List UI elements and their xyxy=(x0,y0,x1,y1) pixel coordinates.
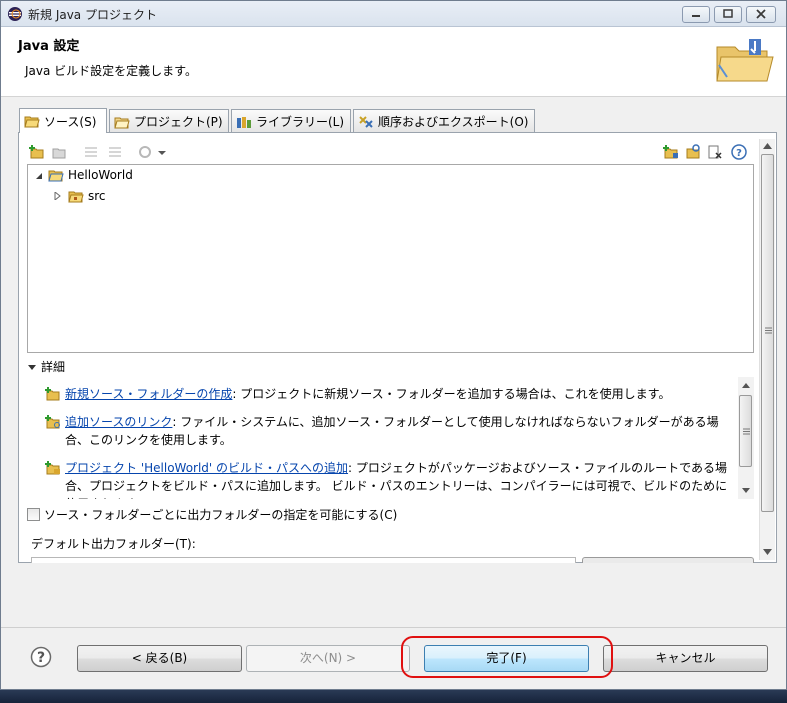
scroll-up-icon[interactable] xyxy=(742,383,750,388)
configure-icon[interactable] xyxy=(137,144,153,160)
maximize-icon xyxy=(723,9,733,18)
title-bar: 新規 Java プロジェクト xyxy=(1,1,786,27)
package-folder-icon xyxy=(68,191,84,203)
exclude-filter-icon[interactable] xyxy=(107,144,123,160)
button-bar-separator xyxy=(1,627,786,628)
tab-source-label: ソース(S) xyxy=(44,114,97,129)
java-project-wizard-icon xyxy=(713,37,775,88)
minimize-button[interactable] xyxy=(682,6,710,23)
help-icon: ? xyxy=(30,646,52,668)
help-button[interactable]: ? xyxy=(30,646,52,668)
page-description: Java ビルド設定を定義します。 xyxy=(25,64,197,78)
back-button[interactable]: < 戻る(B) xyxy=(77,645,242,672)
dialog-window: 新規 Java プロジェクト Java 設定 Java ビルド設定を定義します。 xyxy=(0,0,787,690)
window-title: 新規 Java プロジェクト xyxy=(28,8,157,22)
dropdown-arrow-icon[interactable] xyxy=(157,144,167,160)
collapsed-arrow-icon[interactable] xyxy=(54,192,62,200)
eclipse-icon xyxy=(7,6,23,22)
svg-text:?: ? xyxy=(736,148,742,159)
default-output-folder-label: デフォルト出力フォルダー(T): xyxy=(31,537,196,551)
scrollbar-thumb[interactable] xyxy=(739,395,752,467)
grip-icon xyxy=(765,327,772,334)
tab-projects[interactable]: プロジェクト(P) xyxy=(109,109,229,133)
taskbar xyxy=(0,690,787,703)
details-header: 詳細 xyxy=(41,360,66,374)
project-folder-icon xyxy=(114,117,130,128)
tree-item-label: HelloWorld xyxy=(68,168,133,182)
browse-button[interactable] xyxy=(582,557,754,563)
scrollbar-thumb[interactable] xyxy=(761,154,774,512)
default-output-folder-field[interactable] xyxy=(31,557,576,563)
link-source-icon xyxy=(45,415,60,429)
add-to-build-path-link[interactable]: プロジェクト 'HelloWorld' のビルド・パスへの追加 xyxy=(65,461,348,475)
wizard-header: Java 設定 Java ビルド設定を定義します。 xyxy=(1,27,786,97)
maximize-button[interactable] xyxy=(714,6,742,23)
tab-source[interactable]: ソース(S) xyxy=(19,108,107,133)
source-toolbar: ? xyxy=(27,141,754,163)
expanded-arrow-icon[interactable] xyxy=(35,172,43,180)
project-folder-icon xyxy=(48,170,64,182)
tree-item-label: src xyxy=(88,189,106,203)
remove-icon[interactable] xyxy=(707,144,723,160)
tree-item-src[interactable]: src xyxy=(68,187,106,205)
details-scrollbar[interactable] xyxy=(738,377,754,499)
close-button[interactable] xyxy=(746,6,776,23)
next-button[interactable]: 次へ(N) > xyxy=(246,645,410,672)
tab-libraries[interactable]: ライブラリー(L) xyxy=(231,109,351,133)
tree-item-project[interactable]: HelloWorld xyxy=(48,166,133,184)
source-folder-icon xyxy=(24,116,40,128)
panel-scrollbar[interactable] xyxy=(759,139,775,560)
detail-text: : プロジェクトに新規ソース・フォルダーを追加する場合は、これを使用します。 xyxy=(232,387,671,401)
output-folder-checkbox[interactable] xyxy=(27,508,40,521)
close-icon xyxy=(756,9,766,19)
cancel-button[interactable]: キャンセル xyxy=(603,645,768,672)
help-icon[interactable]: ? xyxy=(731,144,747,160)
scroll-down-icon[interactable] xyxy=(742,488,750,493)
link-additional-source-link[interactable]: 追加ソースのリンク xyxy=(65,415,172,429)
tab-libraries-label: ライブラリー(L) xyxy=(256,115,345,129)
source-tree: HelloWorld src xyxy=(27,164,754,353)
minimize-icon xyxy=(692,15,700,17)
expand-arrow-icon xyxy=(28,364,36,370)
details-area: 新規ソース・フォルダーの作成: プロジェクトに新規ソース・フォルダーを追加する場… xyxy=(41,377,734,499)
new-source-folder-icon xyxy=(45,387,60,401)
tab-projects-label: プロジェクト(P) xyxy=(134,115,223,129)
scroll-down-icon[interactable] xyxy=(763,549,772,555)
library-icon xyxy=(237,116,251,128)
add-build-path-icon xyxy=(45,461,60,475)
svg-text:?: ? xyxy=(37,650,45,666)
create-source-folder-link[interactable]: 新規ソース・フォルダーの作成 xyxy=(65,387,232,401)
new-source-folder-icon[interactable] xyxy=(663,144,679,160)
grip-icon xyxy=(743,428,750,435)
tab-order-export[interactable]: 順序およびエクスポート(O) xyxy=(353,109,535,133)
link-source-icon[interactable] xyxy=(685,144,701,160)
output-folder-option[interactable]: ソース・フォルダーごとに出力フォルダーの指定を可能にする(C) xyxy=(27,506,397,523)
tab-order-export-label: 順序およびエクスポート(O) xyxy=(378,115,529,129)
order-export-icon xyxy=(359,115,373,128)
details-toggle[interactable]: 詳細 xyxy=(27,358,65,375)
include-filter-icon[interactable] xyxy=(83,144,99,160)
output-folder-checkbox-label: ソース・フォルダーごとに出力フォルダーの指定を可能にする(C) xyxy=(44,508,398,522)
link-folder-icon[interactable] xyxy=(51,144,67,160)
finish-highlight xyxy=(401,636,613,678)
add-folder-icon[interactable] xyxy=(29,144,45,160)
scroll-up-icon[interactable] xyxy=(763,143,772,149)
page-title: Java 設定 xyxy=(18,39,80,54)
